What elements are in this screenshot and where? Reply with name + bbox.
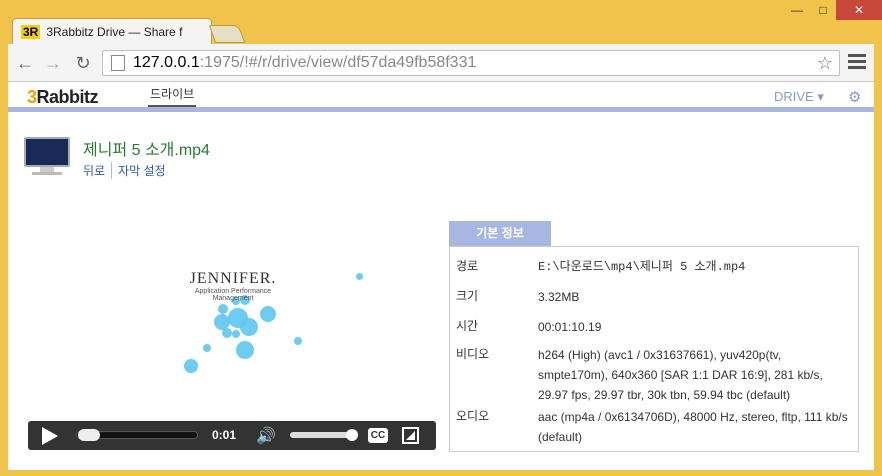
bubble <box>240 318 258 336</box>
fullscreen-icon[interactable] <box>402 427 419 444</box>
maximize-button[interactable]: □ <box>810 0 836 20</box>
url-path: :1975/!#/r/drive/view/df57da49fb58f331 <box>199 54 477 71</box>
info-label: 크기 <box>456 289 479 303</box>
browser-window: 3R 3Rabbitz Drive — Share f — □ ✕ ← → ↻ … <box>0 0 882 476</box>
bookmark-star-icon[interactable]: ☆ <box>817 53 833 74</box>
back-arrow-icon[interactable]: ← <box>14 52 36 74</box>
bubble <box>203 344 211 352</box>
info-value: 3.32MB <box>538 290 580 304</box>
page-icon <box>111 55 125 71</box>
browser-tab[interactable]: 3R 3Rabbitz Drive — Share f <box>12 18 212 44</box>
video-controls: 0:01 🔊 CC <box>28 421 436 450</box>
address-bar[interactable]: 127.0.0.1:1975/!#/r/drive/view/df57da49f… <box>102 50 840 76</box>
info-value: aac (mp4a / 0x6134706D), 48000 Hz, stere… <box>538 410 848 444</box>
info-label: 경로 <box>456 259 479 273</box>
forward-arrow-icon[interactable]: → <box>42 52 64 74</box>
volume-handle[interactable] <box>345 429 358 441</box>
browser-toolbar: ← → ↻ 127.0.0.1:1975/!#/r/drive/view/df5… <box>8 44 874 82</box>
info-panel: 경로 E:\다운로드\mp4\제니퍼 5 소개.mp4 크기 3.32MB 시간… <box>449 246 859 452</box>
bubble <box>294 337 302 345</box>
bubble <box>236 341 254 359</box>
tab-title: 3Rabbitz Drive — Share f <box>46 24 183 39</box>
browser-menu-icon[interactable] <box>848 54 866 70</box>
volume-icon[interactable]: 🔊 <box>256 426 276 446</box>
url-host: 127.0.0.1 <box>133 54 200 71</box>
closed-captions-button[interactable]: CC <box>368 428 388 443</box>
info-value: E:\다운로드\mp4\제니퍼 5 소개.mp4 <box>538 260 746 274</box>
info-label: 시간 <box>456 319 479 333</box>
bubble <box>260 306 276 322</box>
gear-icon[interactable]: ⚙ <box>848 88 861 106</box>
volume-slider[interactable] <box>290 432 352 438</box>
back-link[interactable]: 뒤로 <box>83 162 111 179</box>
tab-basic-info[interactable]: 기본 정보 <box>449 221 551 246</box>
new-tab-button[interactable] <box>208 25 246 43</box>
file-title: 제니퍼 5 소개.mp4 <box>83 142 210 159</box>
bubble <box>184 359 198 373</box>
bubble <box>356 273 363 280</box>
current-time: 0:01 <box>212 428 237 442</box>
progress-handle[interactable] <box>78 429 100 441</box>
file-links: 뒤로 자막 설정 <box>83 162 172 179</box>
info-value: h264 (High) (avc1 / 0x31637661), yuv420p… <box>538 348 823 402</box>
reload-icon[interactable]: ↻ <box>72 52 94 74</box>
bubble <box>218 304 228 314</box>
subtitle-settings-link[interactable]: 자막 설정 <box>111 162 172 179</box>
bubble <box>222 328 232 338</box>
play-icon[interactable] <box>42 427 58 445</box>
jennifer-logo: JENNIFER. Application Performance Manage… <box>189 270 277 302</box>
minimize-button[interactable]: — <box>784 0 810 20</box>
brand-logo[interactable]: 3Rabbitz <box>27 87 99 108</box>
app-content: 3Rabbitz 드라이브 DRIVE ▾ ⚙ 제니퍼 5 소개.mp4 뒤로 … <box>8 82 874 470</box>
nav-drive-tab[interactable]: 드라이브 <box>148 82 197 107</box>
bubble <box>232 330 240 338</box>
app-header: 3Rabbitz 드라이브 DRIVE ▾ ⚙ <box>8 82 874 112</box>
info-value: 00:01:10.19 <box>538 320 602 334</box>
close-window-button[interactable]: ✕ <box>836 0 882 20</box>
drive-dropdown[interactable]: DRIVE ▾ <box>774 82 824 107</box>
info-label: 비디오 <box>456 347 490 361</box>
tab-favicon: 3R <box>21 24 41 39</box>
info-label: 오디오 <box>456 409 490 423</box>
monitor-icon <box>24 137 74 181</box>
